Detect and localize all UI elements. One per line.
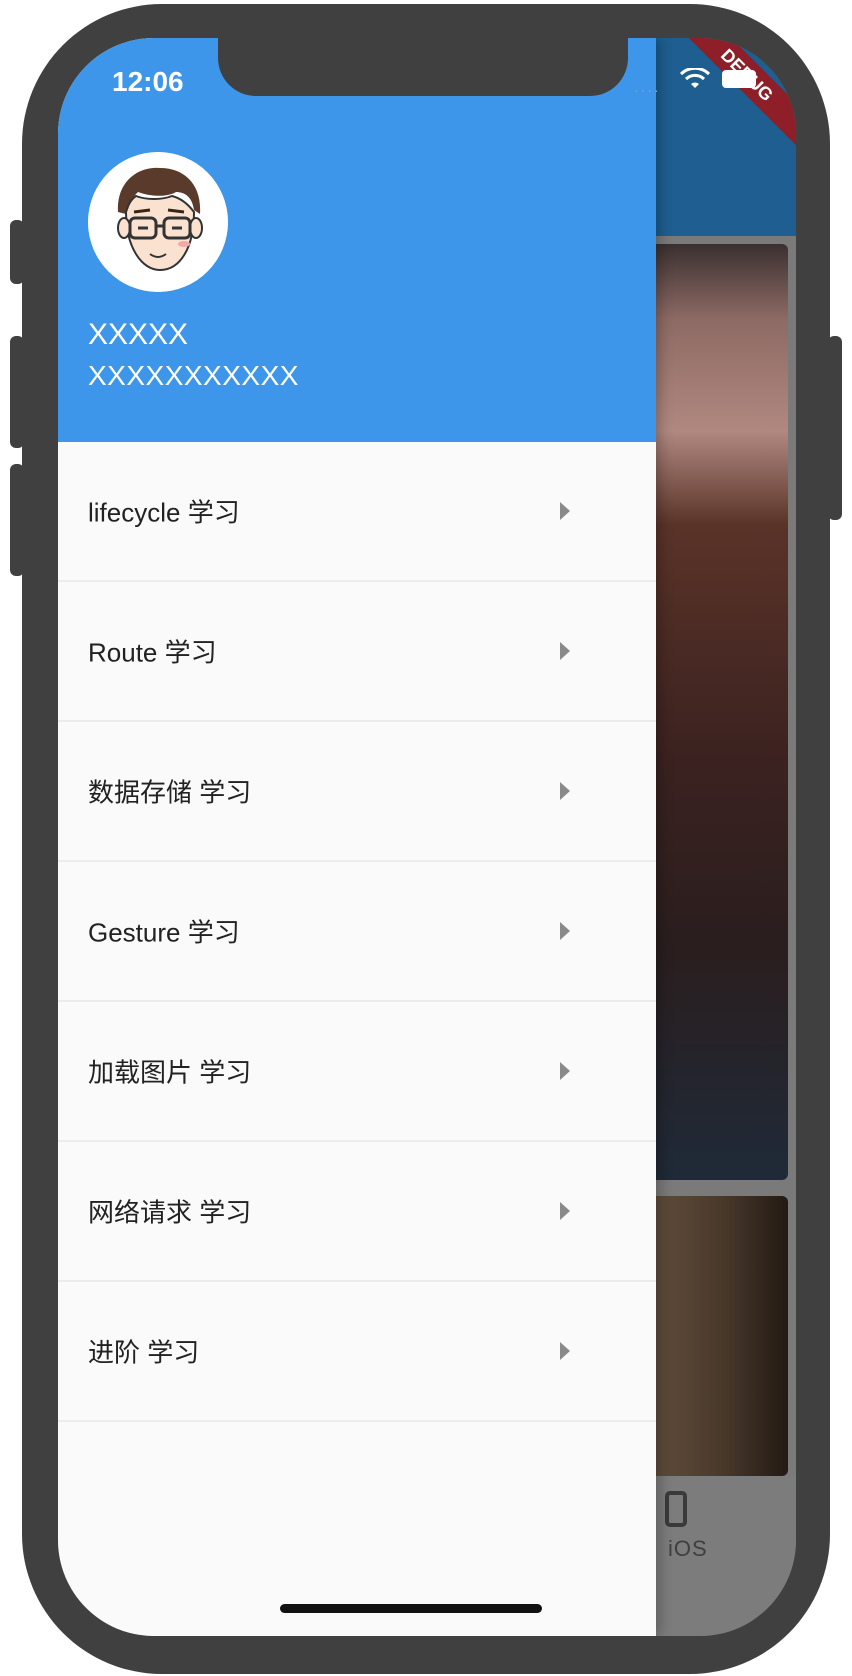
notch — [218, 38, 628, 96]
signal-icon: ···· — [634, 82, 661, 98]
menu-item-label: 加载图片 学习 — [88, 1057, 252, 1088]
account-email: XXXXXXXXXXX — [88, 360, 299, 391]
avatar[interactable] — [88, 152, 228, 292]
menu-item-label: Route 学习 — [88, 637, 217, 668]
menu-item-label: 数据存储 学习 — [88, 777, 252, 808]
menu-item-storage[interactable]: 数据存储 学习 — [58, 722, 656, 862]
chevron-right-icon — [560, 502, 570, 520]
power-button — [828, 336, 842, 520]
chevron-right-icon — [560, 1062, 570, 1080]
cartoon-face-icon — [88, 152, 228, 292]
status-time: 12:06 — [112, 66, 184, 97]
volume-down-button — [10, 464, 24, 576]
drawer-header: XXXXX XXXXXXXXXXX — [58, 38, 656, 442]
home-indicator[interactable] — [280, 1604, 542, 1613]
menu-item-label: 网络请求 学习 — [88, 1197, 252, 1228]
menu-item-label: 进阶 学习 — [88, 1337, 200, 1368]
menu-item-lifecycle[interactable]: lifecycle 学习 — [58, 442, 656, 582]
chevron-right-icon — [560, 642, 570, 660]
drawer-menu: lifecycle 学习 Route 学习 数据存储 学习 Gesture 学习… — [58, 442, 656, 1422]
menu-item-network[interactable]: 网络请求 学习 — [58, 1142, 656, 1282]
volume-up-button — [10, 336, 24, 448]
battery-icon — [722, 70, 756, 88]
chevron-right-icon — [560, 782, 570, 800]
chevron-right-icon — [560, 1342, 570, 1360]
chevron-right-icon — [560, 1202, 570, 1220]
mute-switch — [10, 220, 24, 284]
wifi-icon — [680, 68, 710, 88]
phone-icon — [665, 1491, 687, 1527]
menu-item-label: lifecycle 学习 — [88, 497, 240, 528]
phone-screen: iOS DEBUG — [58, 38, 796, 1636]
bottom-tab-label: iOS — [668, 1536, 708, 1561]
menu-item-route[interactable]: Route 学习 — [58, 582, 656, 722]
menu-item-gesture[interactable]: Gesture 学习 — [58, 862, 656, 1002]
menu-item-image-loading[interactable]: 加载图片 学习 — [58, 1002, 656, 1142]
account-name: XXXXX — [88, 318, 189, 351]
menu-item-label: Gesture 学习 — [88, 917, 240, 948]
menu-item-advanced[interactable]: 进阶 学习 — [58, 1282, 656, 1422]
navigation-drawer: XXXXX XXXXXXXXXXX lifecycle 学习 Route 学习 … — [58, 38, 656, 1636]
chevron-right-icon — [560, 922, 570, 940]
